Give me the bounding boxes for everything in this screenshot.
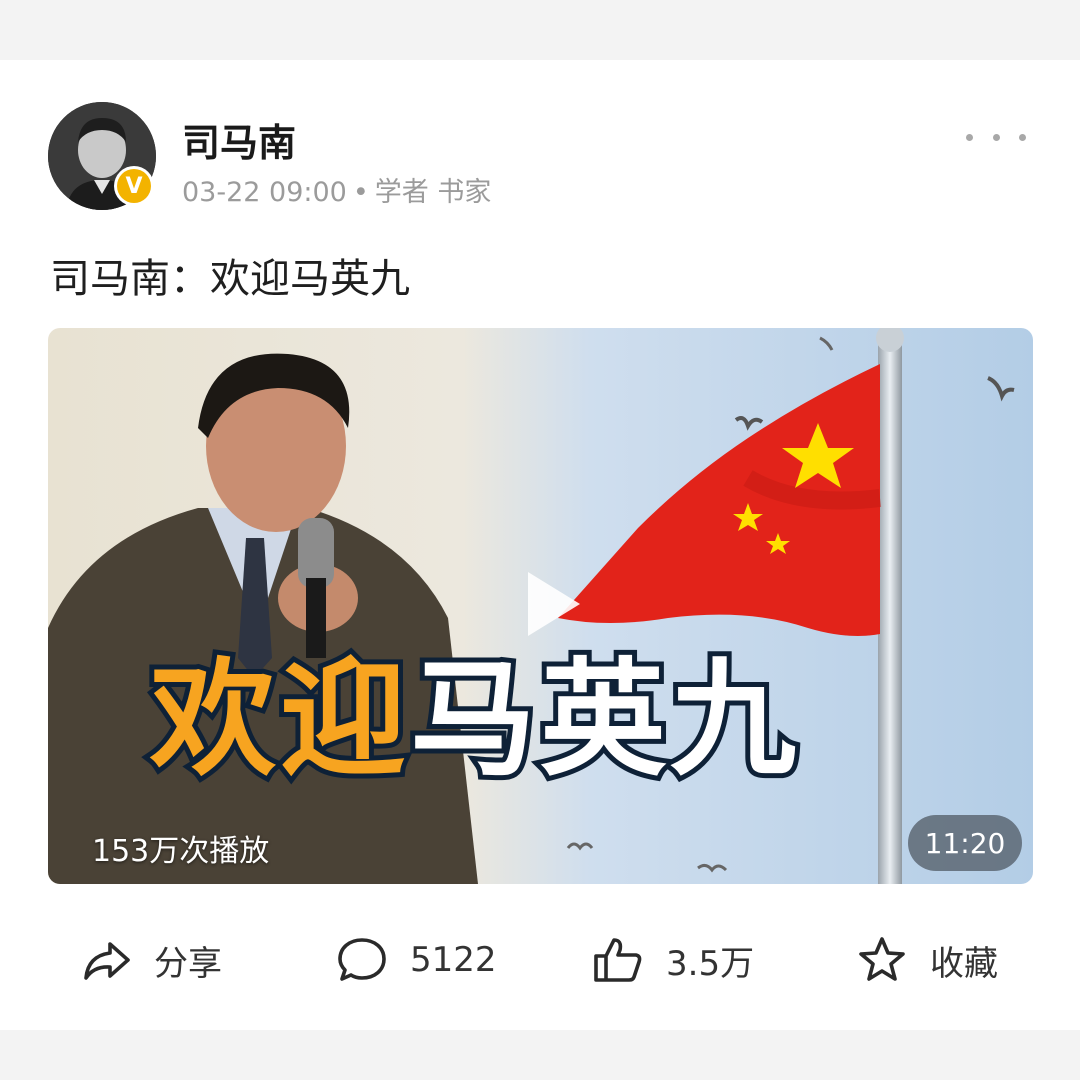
action-bar: 分享 5122 3.5万 收藏 [0,922,1080,998]
more-dots-icon[interactable] [966,122,1026,152]
comment-button[interactable]: 5122 [336,922,497,998]
like-button[interactable]: 3.5万 [592,922,754,998]
post-time: 03-22 09:00 [182,177,347,208]
bottom-gap [0,1030,1080,1080]
comment-icon [338,938,386,981]
share-icon [84,942,130,980]
author-name[interactable]: 司马南 [182,112,296,167]
author-tags: 学者 书家 [374,177,492,208]
top-gap [0,0,1080,60]
video-duration: 11:20 [908,815,1022,871]
verified-badge: V [114,166,154,206]
share-button[interactable]: 分享 [80,922,222,998]
meta-separator: • [352,177,369,208]
thumbs-up-icon [594,938,642,982]
post-title[interactable]: 司马南：欢迎马英九 [50,246,410,304]
star-icon [859,937,905,981]
comment-count: 5122 [410,940,497,980]
video-overlay-title: 欢迎马英九 [145,641,801,798]
video-player[interactable]: 欢迎马英九 153万次播放 11:20 [48,328,1033,884]
like-count: 3.5万 [666,943,755,984]
favorite-button[interactable]: 收藏 [856,922,998,998]
post-card: V 司马南 03-22 09:00 • 学者 书家 司马南：欢迎马英九 欢迎马英… [0,60,1080,1030]
favorite-label: 收藏 [930,943,998,984]
play-count: 153万次播放 [92,834,270,869]
post-meta: 03-22 09:00 • 学者 书家 [182,170,491,209]
share-label: 分享 [154,943,222,984]
